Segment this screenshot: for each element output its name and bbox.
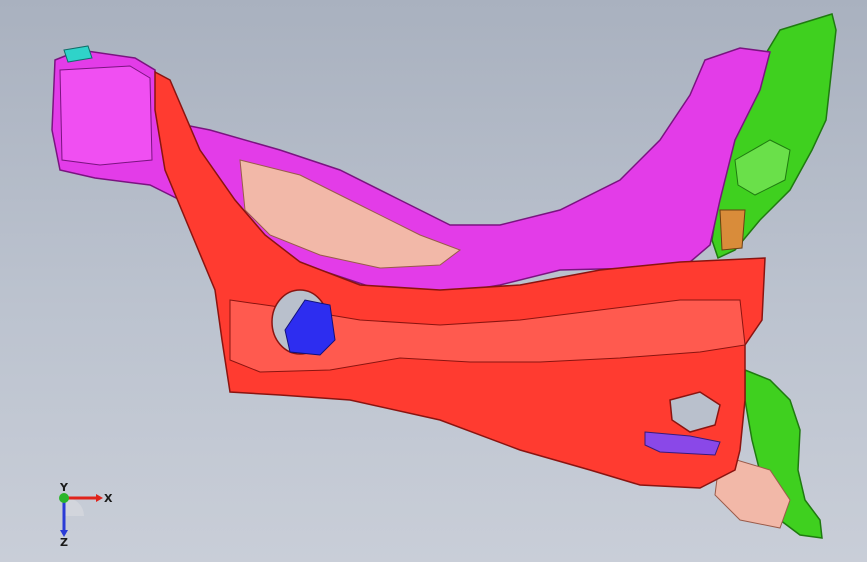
y-axis-label: Y bbox=[59, 481, 69, 494]
cad-model[interactable] bbox=[0, 0, 867, 562]
mount-bracket[interactable] bbox=[719, 209, 746, 251]
3d-viewport[interactable]: X Y Z bbox=[0, 0, 867, 562]
x-axis-label: X bbox=[104, 492, 113, 505]
x-axis-arrow bbox=[96, 494, 103, 502]
y-axis-dot bbox=[59, 493, 69, 503]
coordinate-triad: X Y Z bbox=[59, 481, 113, 548]
z-axis-label: Z bbox=[60, 536, 68, 548]
